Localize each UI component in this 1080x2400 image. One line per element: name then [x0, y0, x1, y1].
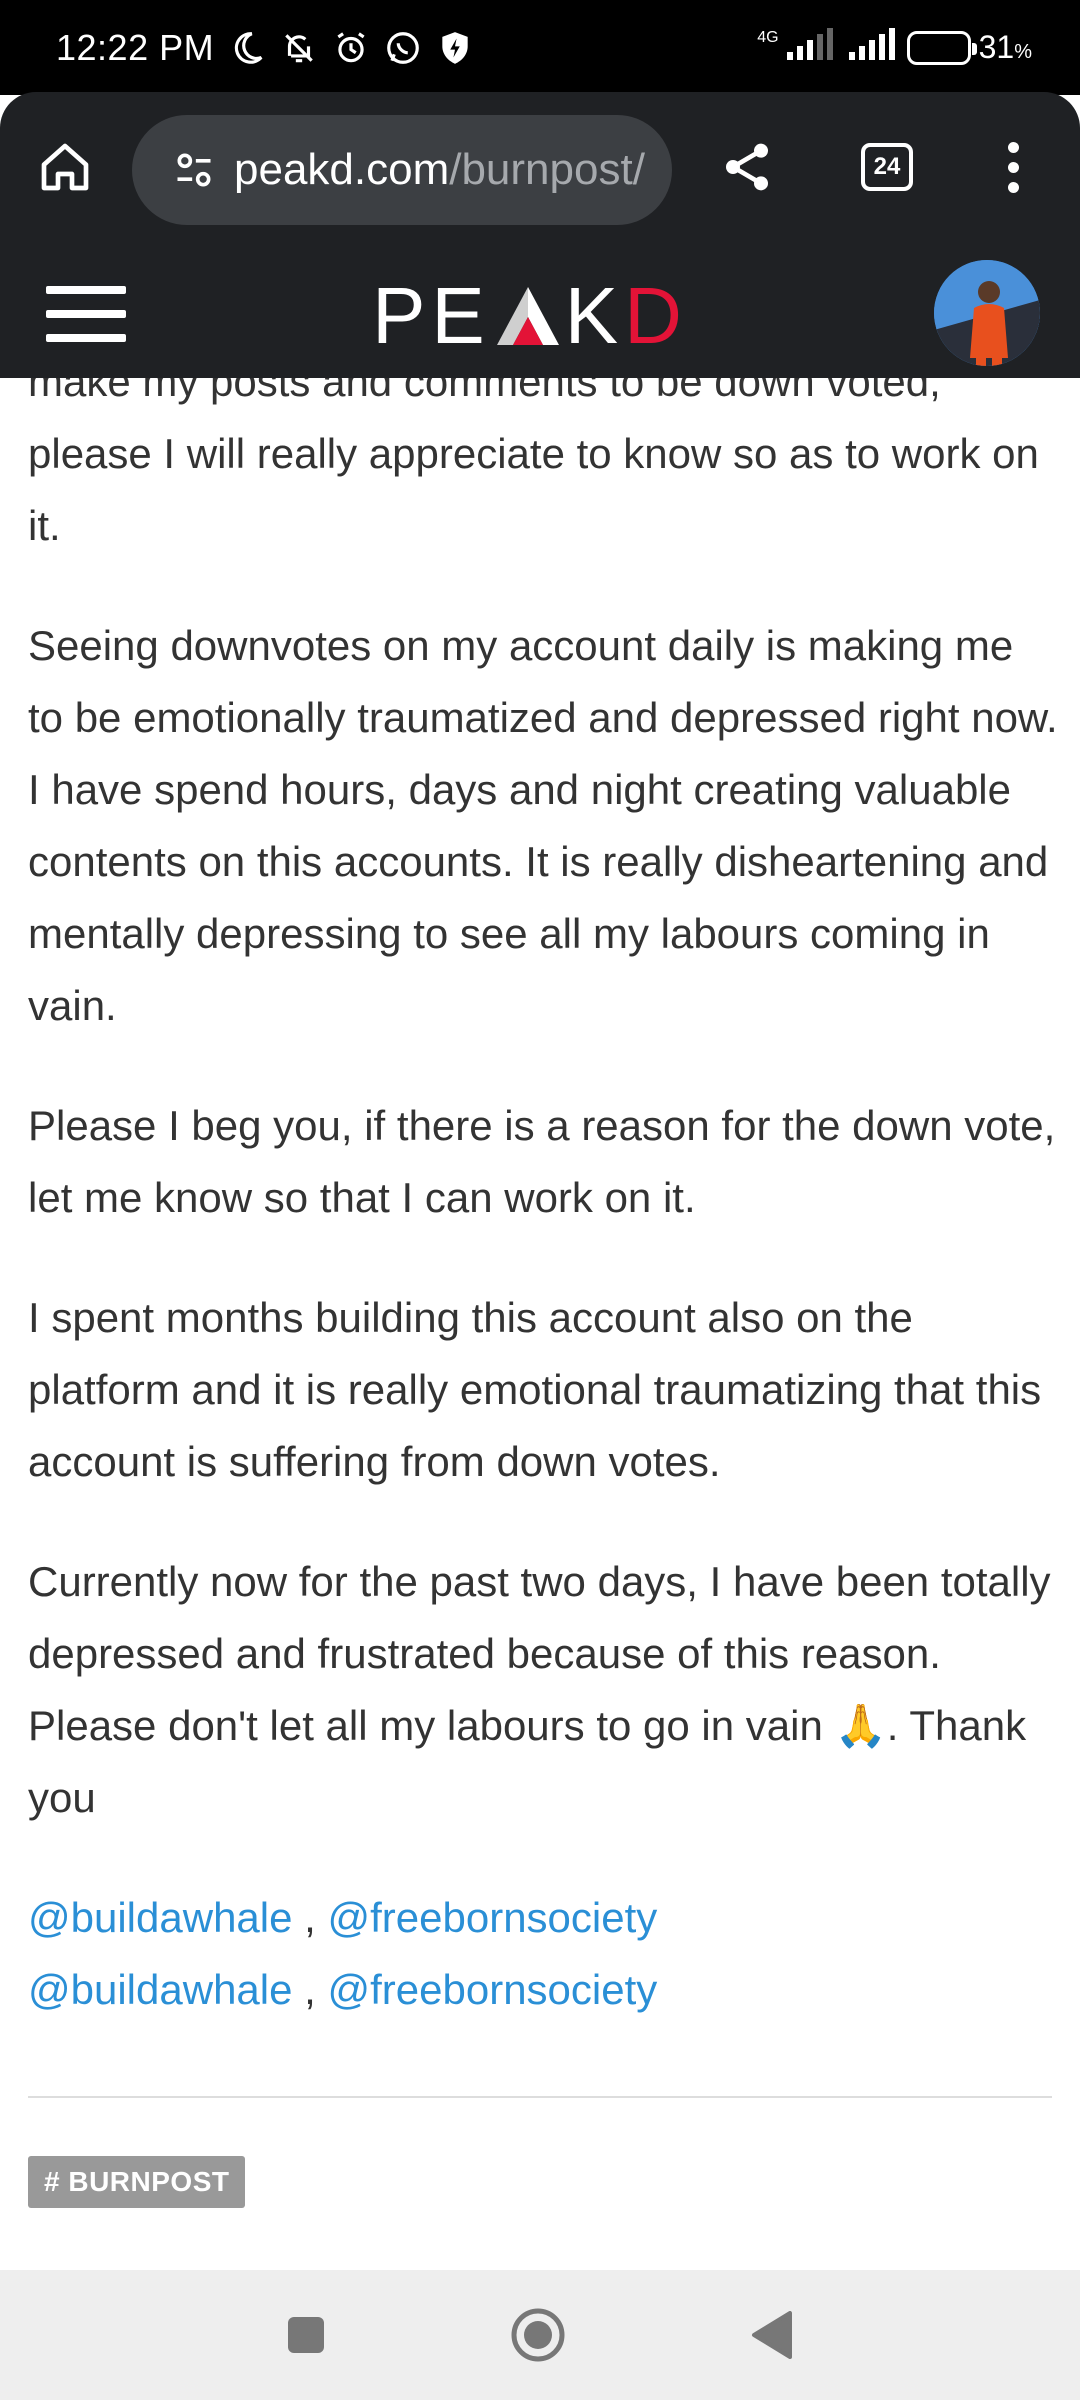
home-button[interactable] [30, 132, 100, 202]
post-paragraph: Please I beg you, if there is a reason f… [28, 1102, 1056, 1221]
tab-switcher-button[interactable]: 24 [852, 132, 922, 202]
logo-text-k: K [564, 271, 625, 360]
post-paragraph: make my posts and comments to be down vo… [28, 378, 1058, 562]
shield-icon [442, 31, 468, 64]
url-domain: peakd.com [234, 145, 450, 194]
signal-2-icon [845, 28, 897, 67]
status-bar: 12:22 PM 4G 31% [0, 0, 1080, 95]
share-icon [726, 143, 768, 191]
status-time: 12:22 PM [56, 26, 215, 68]
battery-icon [906, 30, 977, 65]
address-bar[interactable]: peakd.com/burnpost/ [132, 115, 672, 225]
tag-burnpost[interactable]: # BURNPOST [28, 2156, 246, 2208]
logo-a-mark [496, 287, 559, 345]
site-settings-icon[interactable] [172, 148, 216, 192]
mention-link[interactable]: @freebornsociety [327, 1894, 657, 1941]
site-header: PE K D [0, 252, 1080, 378]
menu-dot-icon [1007, 141, 1019, 153]
mentions-block: @buildawhale , @freebornsociety @buildaw… [28, 1882, 1058, 2026]
battery-indicator: 31% [906, 29, 1032, 66]
hamburger-menu-icon[interactable] [46, 282, 126, 346]
home-circle-icon [511, 2308, 565, 2362]
alarm-icon [337, 31, 365, 62]
share-button[interactable] [712, 132, 782, 202]
avatar-image [934, 260, 1040, 366]
mention-link[interactable]: @freebornsociety [327, 1966, 657, 2013]
post-paragraph: Currently now for the past two days, I h… [28, 1558, 1051, 1821]
recents-icon [288, 2317, 324, 2353]
mention-separator: , [292, 1894, 328, 1941]
overflow-menu-button[interactable] [978, 132, 1048, 202]
tab-count: 24 [861, 143, 913, 191]
signal-icon [783, 28, 835, 67]
post-paragraph: I spent months building this account als… [28, 1294, 1042, 1485]
moon-icon [234, 31, 263, 64]
user-avatar[interactable] [934, 260, 1040, 366]
post-content: make my posts and comments to be down vo… [0, 378, 1080, 2270]
back-triangle-icon [752, 2311, 792, 2359]
home-nav-button[interactable] [508, 2305, 568, 2365]
url-text[interactable]: peakd.com/burnpost/ [234, 145, 645, 195]
content-divider [28, 2096, 1052, 2098]
mention-link[interactable]: @buildawhale [28, 1966, 292, 2013]
system-nav-bar [0, 2270, 1080, 2400]
post-paragraph: Seeing downvotes on my account daily is … [28, 622, 1058, 1029]
mention-line: @buildawhale , @freebornsociety [28, 1954, 1058, 2026]
back-button[interactable] [742, 2305, 802, 2365]
logo-text-d: D [624, 271, 688, 360]
network-type: 4G [757, 28, 779, 46]
url-path: /burnpost/ [449, 145, 645, 194]
mention-separator: , [292, 1966, 328, 2013]
browser-toolbar: peakd.com/burnpost/ 24 [0, 92, 1080, 252]
mention-line: @buildawhale , @freebornsociety [28, 1882, 1058, 1954]
home-icon [41, 143, 89, 191]
battery-percent: 31 [978, 29, 1015, 65]
status-notification-icons [228, 29, 474, 67]
bell-off-icon [285, 33, 313, 62]
logo-text-left: PE [372, 271, 491, 360]
mention-link[interactable]: @buildawhale [28, 1894, 292, 1941]
post-body: make my posts and comments to be down vo… [28, 378, 1058, 2084]
whatsapp-icon [387, 31, 419, 64]
post-paragraph-continuation: please I will really appreciate to know … [28, 430, 1039, 549]
post-paragraph-cut: make my posts and comments to be down vo… [28, 378, 941, 405]
peakd-logo[interactable]: PE K D [370, 271, 690, 360]
recents-button[interactable] [276, 2305, 336, 2365]
battery-unit: % [1014, 41, 1032, 63]
status-right: 4G 31% [757, 28, 1032, 67]
